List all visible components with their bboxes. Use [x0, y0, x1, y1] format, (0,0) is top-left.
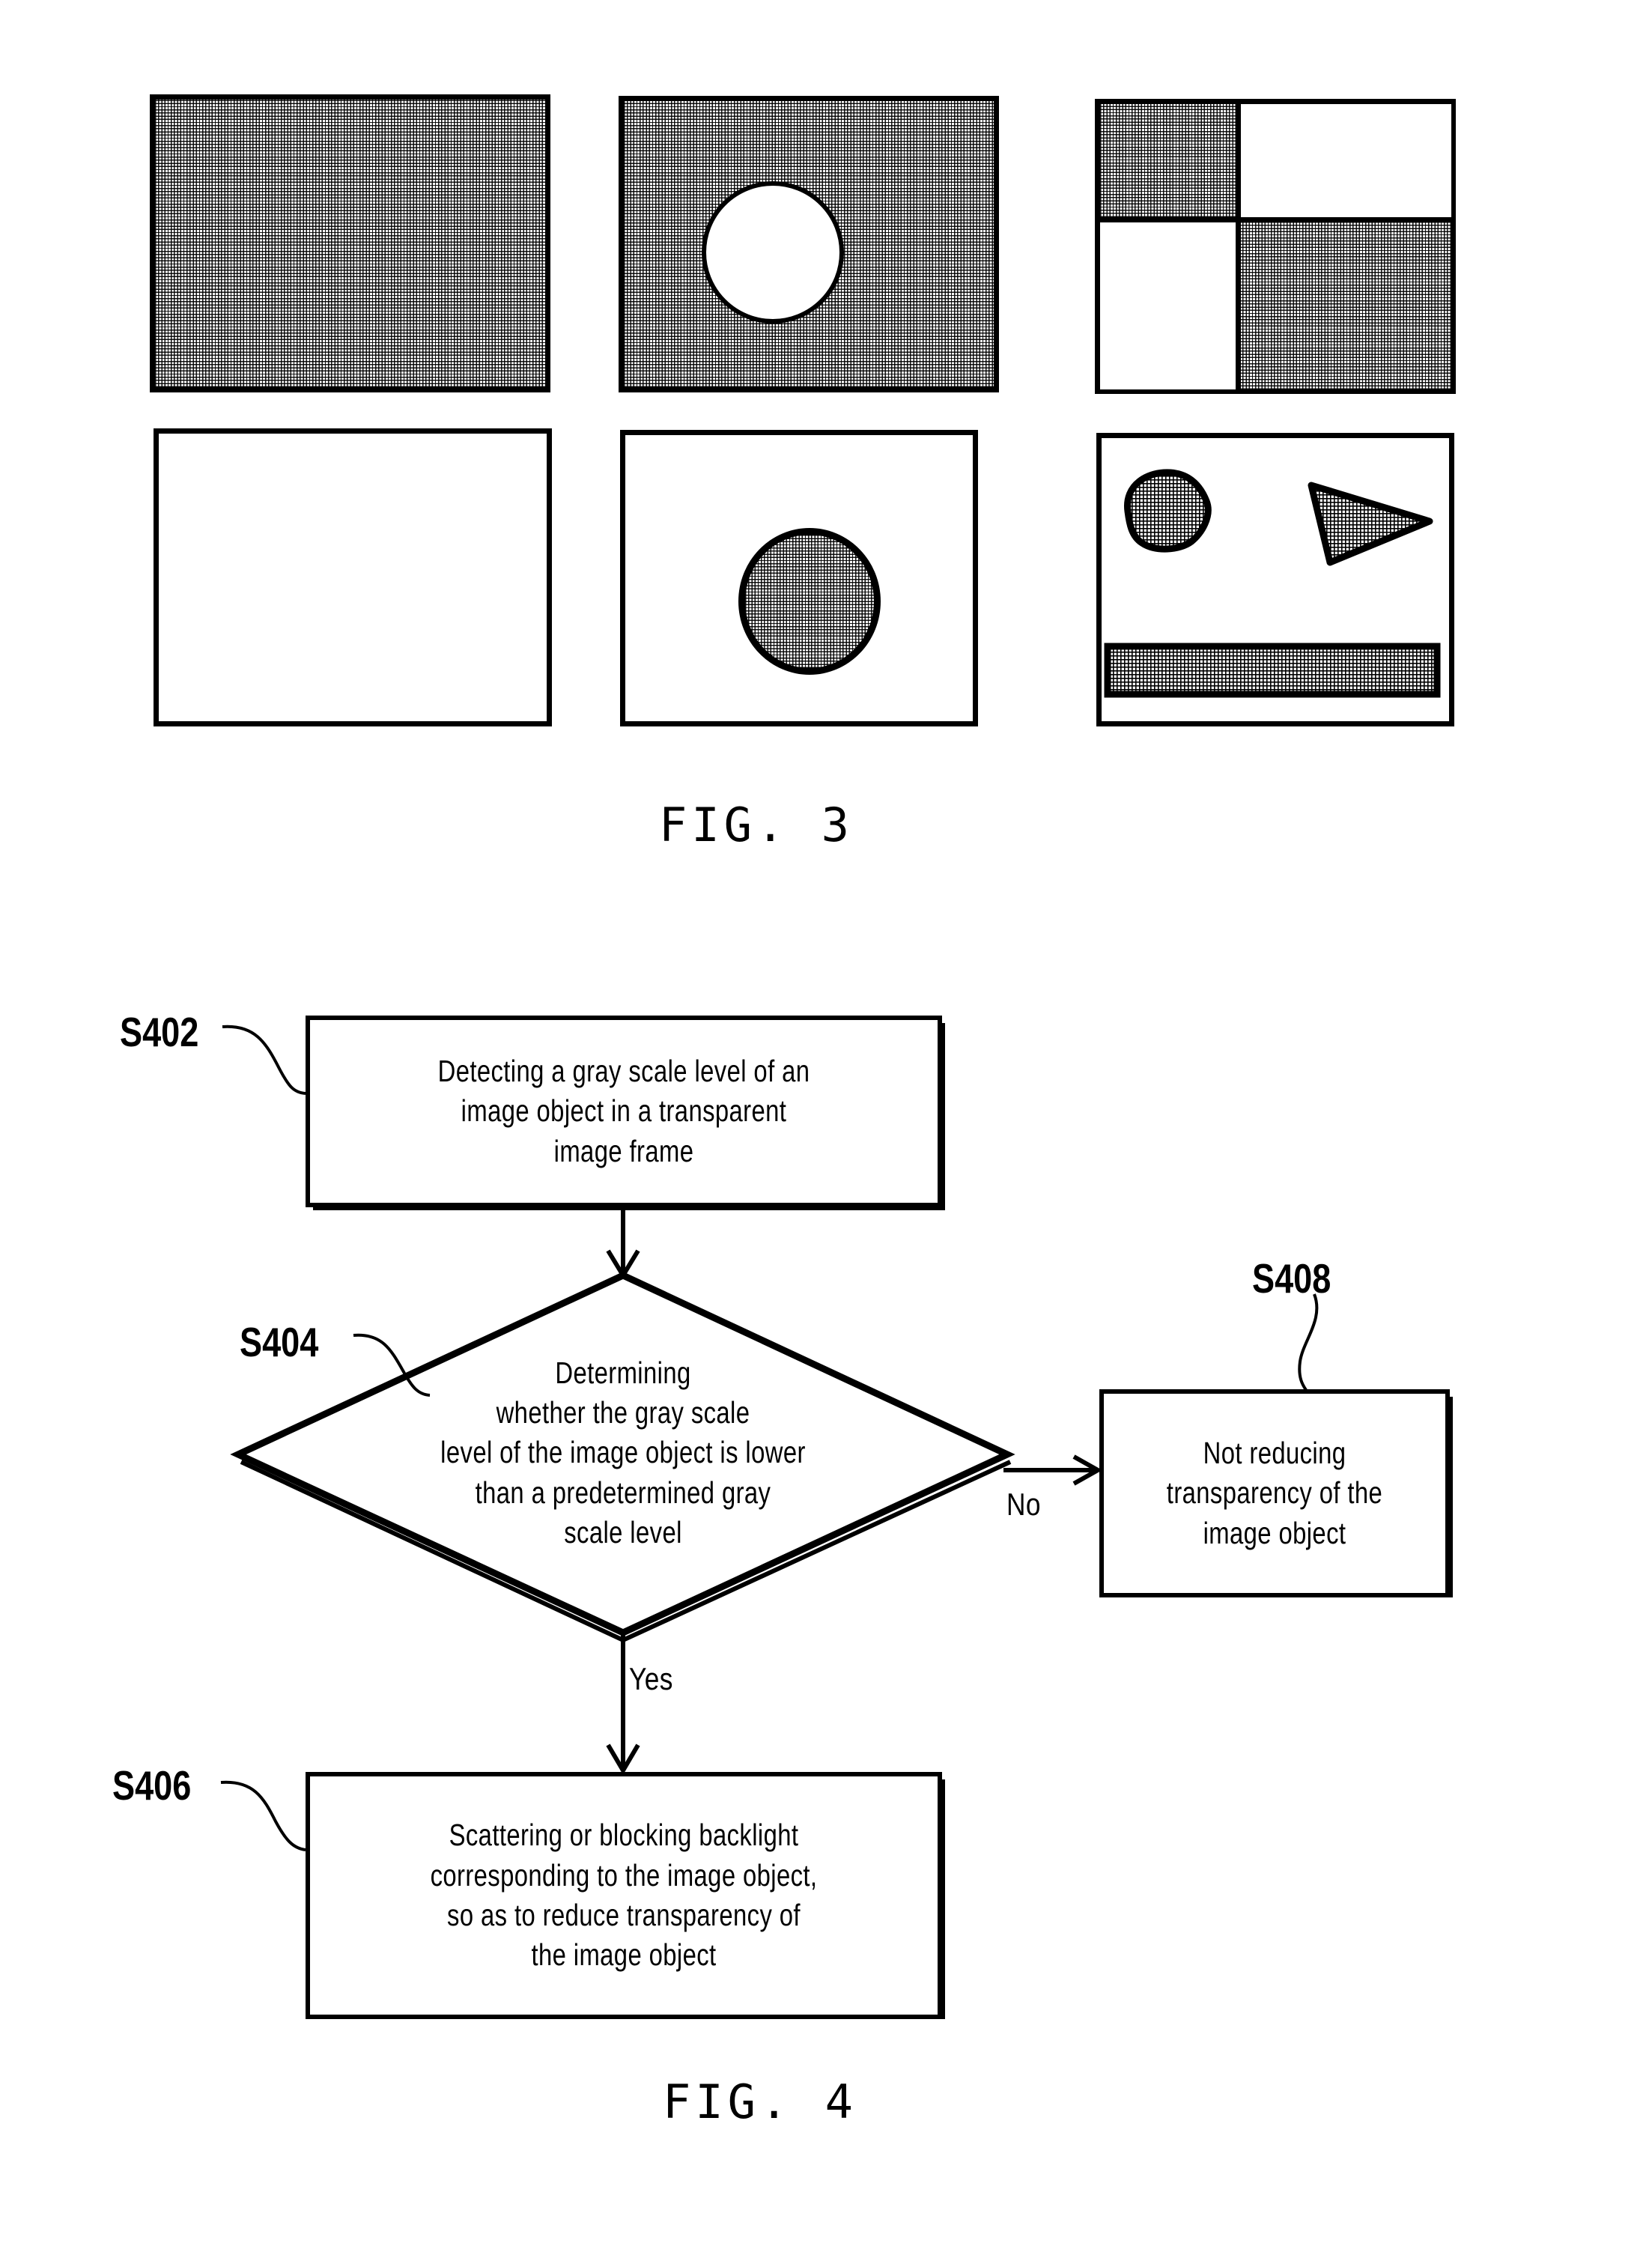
figure-4-caption: FIG. 4	[663, 2075, 857, 2129]
patent-drawing-sheet: FIG. 3 Detecting a gray scale level of a…	[0, 0, 1652, 2255]
s406-leader-line-svg	[220, 1780, 306, 1851]
s406-leader-line	[220, 1780, 306, 1851]
figure-4-group: Detecting a gray scale level of an image…	[0, 0, 1652, 2255]
